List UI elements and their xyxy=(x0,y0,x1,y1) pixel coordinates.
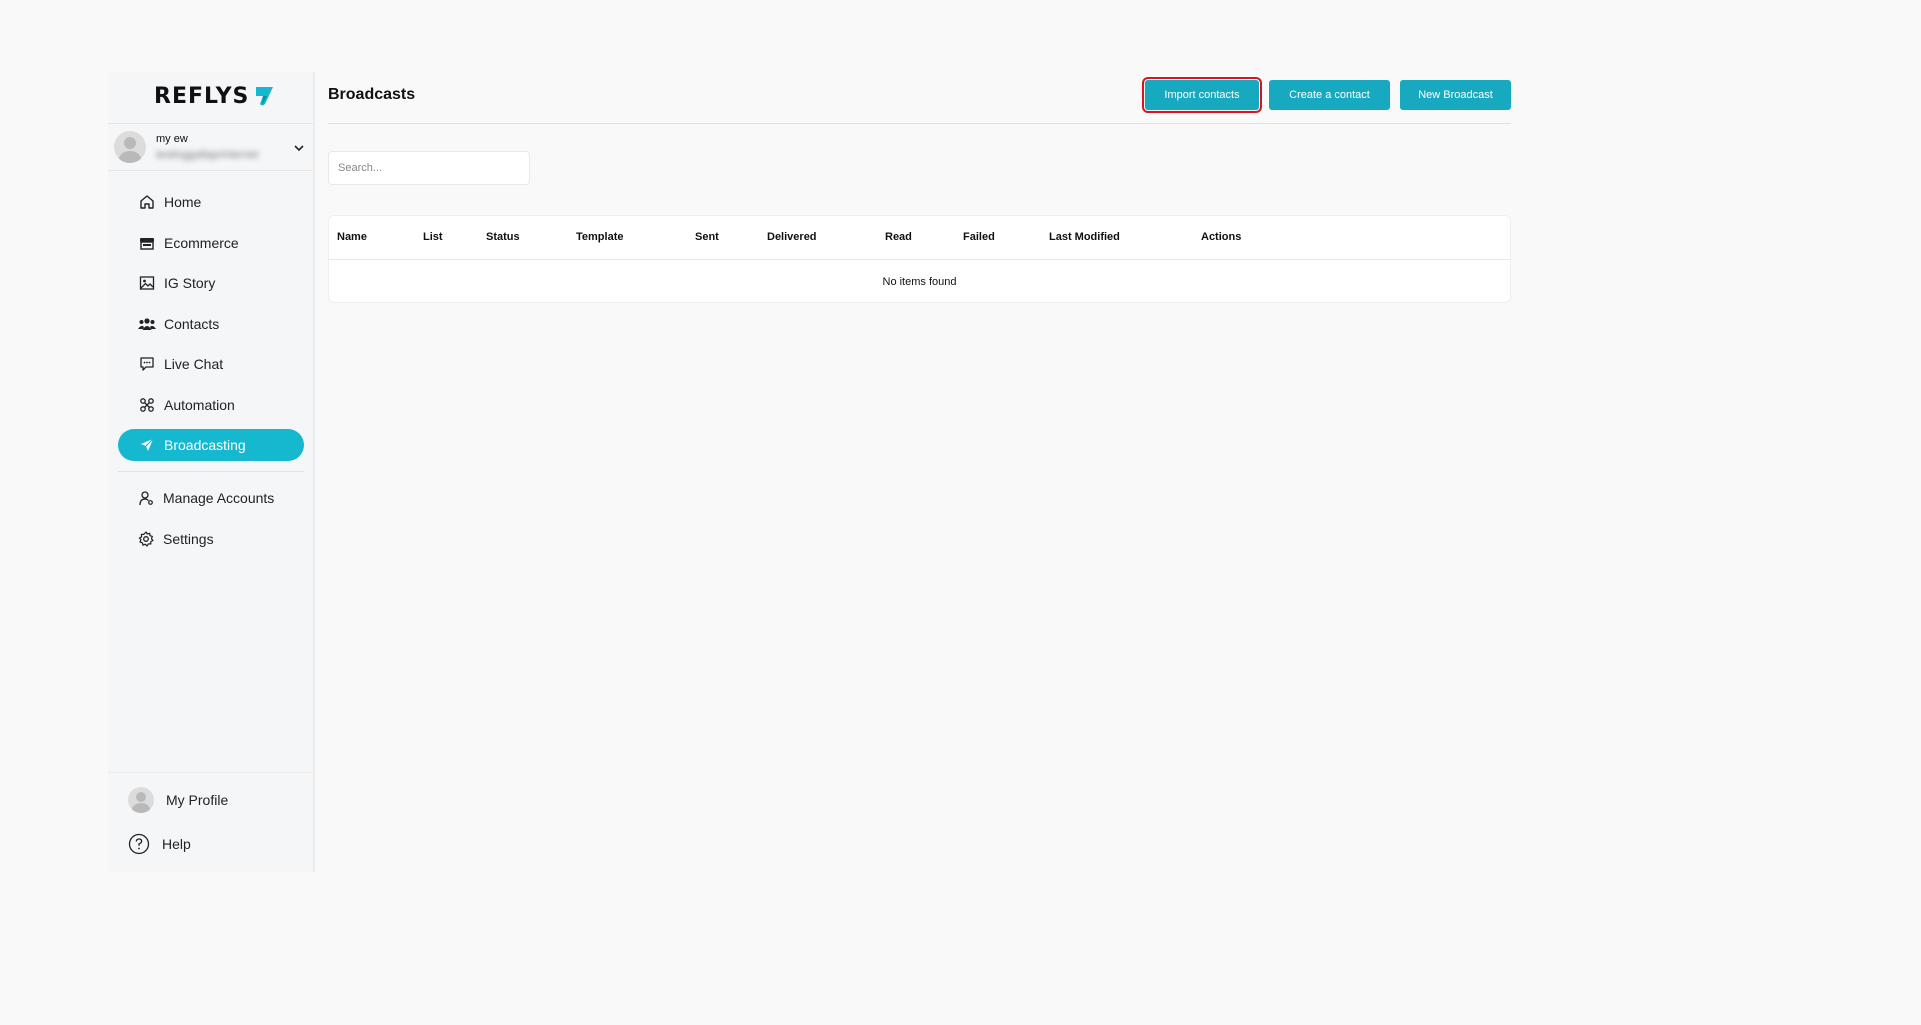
sidebar-item-ig-story[interactable]: IG Story xyxy=(118,267,304,299)
app: REFLYS my ew testinggallaprinternet Home xyxy=(108,72,1511,872)
home-icon xyxy=(138,193,156,211)
gear-icon xyxy=(137,530,155,548)
help-label: Help xyxy=(162,836,191,852)
import-contacts-button[interactable]: Import contacts xyxy=(1142,77,1262,113)
account-switcher[interactable]: my ew testinggallaprinternet xyxy=(108,123,313,171)
account-avatar xyxy=(114,131,146,163)
my-profile-link[interactable]: My Profile xyxy=(128,787,228,813)
sidebar-item-manage-accounts[interactable]: Manage Accounts xyxy=(118,482,304,514)
column-header-last-modified[interactable]: Last Modified xyxy=(1049,231,1120,243)
store-icon xyxy=(138,234,156,252)
help-icon xyxy=(128,833,150,855)
profile-avatar xyxy=(128,787,154,813)
column-header-read[interactable]: Read xyxy=(885,231,912,243)
sidebar-item-settings[interactable]: Settings xyxy=(118,523,304,555)
sidebar-item-label: Broadcasting xyxy=(164,437,246,453)
sidebar-item-label: Automation xyxy=(164,396,235,413)
sidebar-item-label: IG Story xyxy=(164,275,216,291)
sidebar-nav-secondary: Manage Accounts Settings xyxy=(118,482,304,563)
logo[interactable]: REFLYS xyxy=(154,82,275,110)
sidebar-item-label: Home xyxy=(164,194,202,210)
sidebar-item-label: Live Chat xyxy=(164,356,224,372)
column-header-actions: Actions xyxy=(1201,231,1242,243)
sidebar-item-live-chat[interactable]: Live Chat xyxy=(118,348,304,380)
column-header-sent[interactable]: Sent xyxy=(695,231,719,243)
column-header-template[interactable]: Template xyxy=(576,231,623,243)
sidebar-item-label: Settings xyxy=(163,530,214,547)
logo-mark-icon xyxy=(256,87,274,106)
my-profile-label: My Profile xyxy=(166,792,229,808)
empty-state-text: No items found xyxy=(882,276,957,288)
sidebar: REFLYS my ew testinggallaprinternet Home xyxy=(108,72,315,872)
sidebar-item-broadcasting[interactable]: Broadcasting xyxy=(118,429,304,461)
sidebar-item-automation[interactable]: Automation xyxy=(118,389,304,421)
header-divider xyxy=(328,123,1511,124)
user-key-icon xyxy=(137,489,155,507)
column-header-delivered[interactable]: Delivered xyxy=(767,231,817,243)
logo-text: REFLYS xyxy=(154,83,250,109)
main-content: Broadcasts Import contacts Create a cont… xyxy=(328,72,1511,872)
new-broadcast-button[interactable]: New Broadcast xyxy=(1400,80,1511,110)
sidebar-nav: Home Ecommerce IG Story Contacts Live Ch… xyxy=(118,186,304,470)
broadcasts-table: Name List Status Template Sent Delivered… xyxy=(328,215,1511,303)
sidebar-footer: My Profile Help xyxy=(108,772,313,872)
account-name: my ew xyxy=(156,133,188,145)
search-input[interactable] xyxy=(328,151,530,185)
chevron-down-icon[interactable] xyxy=(293,142,305,154)
send-icon xyxy=(138,436,156,454)
sidebar-item-home[interactable]: Home xyxy=(118,186,304,218)
sidebar-item-label: Manage Accounts xyxy=(163,490,275,506)
create-contact-button[interactable]: Create a contact xyxy=(1269,80,1390,110)
page-title: Broadcasts xyxy=(328,86,416,103)
column-header-failed[interactable]: Failed xyxy=(963,231,995,243)
help-link[interactable]: Help xyxy=(128,833,191,855)
column-header-status[interactable]: Status xyxy=(486,231,520,243)
automation-icon xyxy=(138,396,156,414)
image-icon xyxy=(138,274,156,292)
table-header: Name List Status Template Sent Delivered… xyxy=(329,216,1510,260)
sidebar-item-contacts[interactable]: Contacts xyxy=(118,308,304,340)
column-header-name[interactable]: Name xyxy=(337,231,367,243)
sidebar-item-ecommerce[interactable]: Ecommerce xyxy=(118,227,304,259)
column-header-list[interactable]: List xyxy=(423,231,443,243)
sidebar-item-label: Contacts xyxy=(164,315,220,332)
users-icon xyxy=(138,315,156,333)
nav-divider xyxy=(118,471,304,472)
account-email: testinggallaprinternet xyxy=(156,149,259,161)
sidebar-item-label: Ecommerce xyxy=(164,234,239,251)
chat-icon xyxy=(138,355,156,373)
